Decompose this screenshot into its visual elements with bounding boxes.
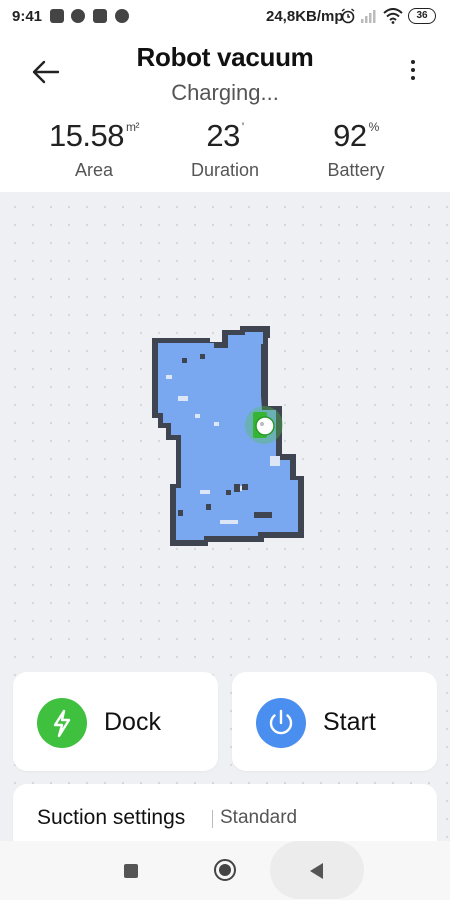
page-title: Robot vacuum [136, 42, 314, 72]
stat-battery-label: Battery [327, 160, 385, 180]
stat-area-label: Area [74, 160, 114, 180]
mail-icon [93, 9, 107, 23]
recents-icon[interactable] [124, 864, 138, 878]
signal-icon [361, 10, 376, 23]
status-time: 9:41 [12, 8, 43, 25]
divider [212, 810, 213, 828]
battery-icon: 36 [408, 8, 436, 24]
stat-duration-value: 23 [206, 118, 240, 153]
dock-label: Dock [104, 708, 161, 736]
suction-settings-label: Suction settings [37, 806, 186, 829]
start-button[interactable]: Start [232, 672, 437, 771]
k-app-icon [50, 9, 64, 23]
alarm-icon [341, 8, 355, 24]
messenger-icon [115, 9, 129, 23]
stat-duration: 23 ' Duration [150, 118, 300, 181]
chat-icon [71, 9, 85, 23]
back-triangle-icon[interactable] [310, 863, 323, 879]
stat-battery-value: 92 [333, 118, 367, 153]
dock-icon-circle [37, 698, 87, 748]
system-nav-bar [0, 841, 450, 900]
stat-area-value: 15.58 [48, 118, 125, 153]
stat-area: 15.58 m² Area [19, 118, 169, 181]
stat-duration-unit: ' [241, 120, 244, 134]
start-label: Start [323, 708, 376, 736]
stat-area-unit: m² [126, 120, 140, 134]
start-icon-circle [256, 698, 306, 748]
robot-icon[interactable] [255, 416, 275, 436]
network-speed: 24,8KB/mp [266, 8, 344, 25]
suction-settings-value: Standard [220, 807, 298, 828]
dock-button[interactable]: Dock [13, 672, 218, 771]
wifi-icon [383, 8, 403, 24]
home-icon[interactable] [214, 859, 236, 881]
power-icon [269, 709, 293, 735]
stat-battery: 92% Battery [281, 118, 431, 181]
status-bar: 9:41 24,8KB/mp 36 [0, 0, 450, 34]
stat-duration-label: Duration [190, 160, 260, 180]
lightning-icon [53, 709, 71, 738]
stat-battery-unit: % [368, 120, 380, 134]
device-status: Charging... [171, 80, 279, 105]
more-vertical-icon[interactable] [403, 60, 423, 84]
